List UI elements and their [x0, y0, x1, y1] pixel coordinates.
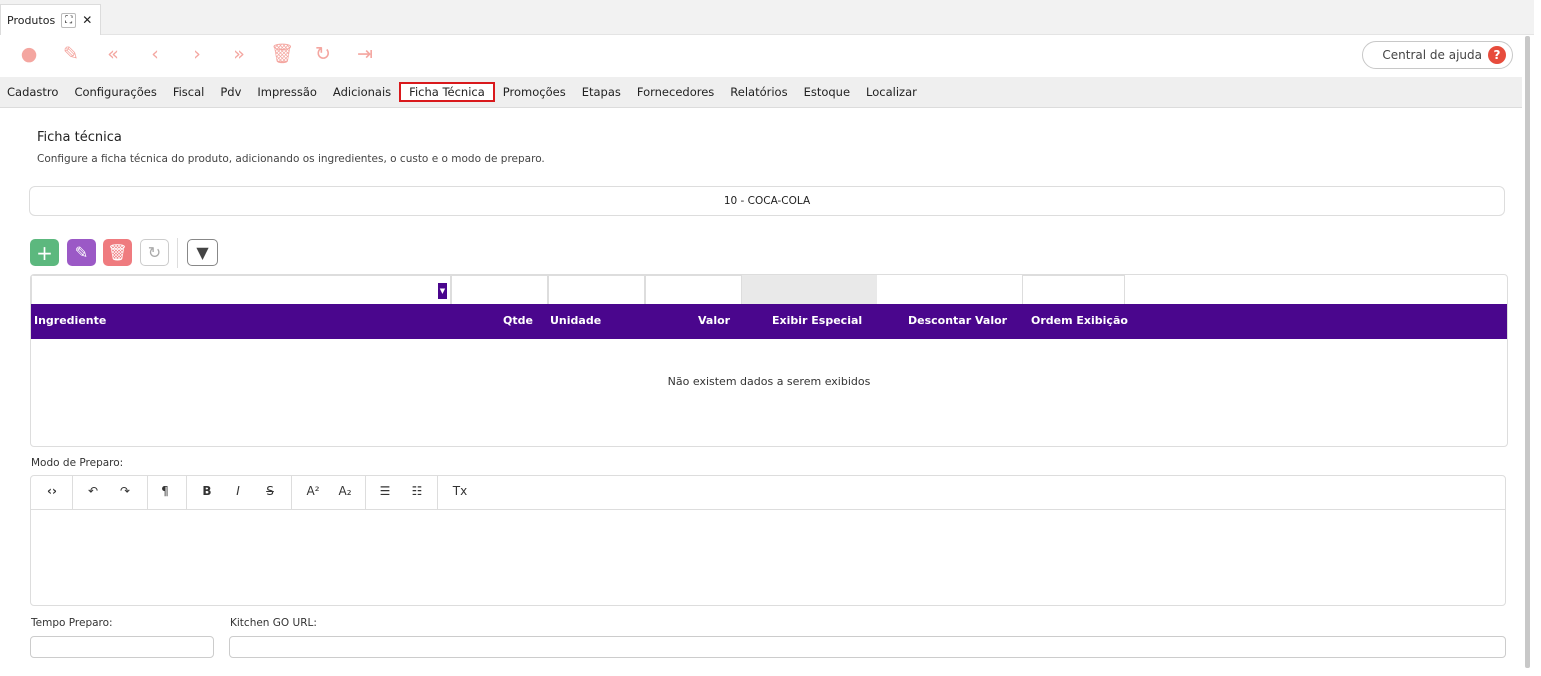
undo-icon[interactable]: ↶	[83, 484, 103, 498]
subscript-icon[interactable]: A₂	[335, 484, 355, 498]
help-center-button[interactable]: Central de ajuda ?	[1362, 41, 1513, 69]
previous-icon[interactable]: ‹	[144, 41, 166, 67]
add-circle-icon[interactable]: ●	[18, 41, 40, 67]
bold-icon[interactable]: B	[197, 484, 217, 498]
filter-button[interactable]: ▼	[187, 239, 218, 266]
refresh-grid-button[interactable]: ↻	[140, 239, 169, 266]
column-header[interactable]: Unidade	[550, 314, 601, 327]
toolbar-divider	[186, 476, 187, 510]
tab-adicionais[interactable]: Adicionais	[333, 85, 391, 99]
page-subtitle: Configure a ficha técnica do produto, ad…	[37, 153, 545, 165]
toolbar-divider	[147, 476, 148, 510]
product-value: 10 - COCA-COLA	[723, 195, 811, 207]
exit-icon[interactable]: ⇥	[354, 41, 376, 67]
paragraph-icon[interactable]: ¶	[155, 484, 175, 498]
delete-ingredient-button[interactable]: 🗑	[103, 239, 132, 266]
tempo-input[interactable]	[30, 636, 214, 658]
numbered-list-icon[interactable]: ☷	[407, 484, 427, 498]
main-toolbar: ● ✎ « ‹ › » 🗑 ↻ ⇥	[18, 41, 376, 67]
section-tabs: Cadastro Configurações Fiscal Pdv Impressão A…	[0, 77, 1522, 108]
empty-message: Não existem dados a serem exibidos	[667, 375, 871, 388]
superscript-icon[interactable]: A²	[303, 484, 323, 498]
tab-fiscal[interactable]: Fiscal	[173, 85, 205, 99]
tab-etapas[interactable]: Etapas	[582, 85, 621, 99]
close-icon[interactable]: ✕	[82, 13, 92, 27]
kitchen-label: Kitchen GO URL:	[230, 617, 317, 629]
filter-valor[interactable]	[645, 275, 742, 305]
toolbar-divider	[177, 238, 178, 268]
tab-impressao[interactable]: Impressão	[257, 85, 317, 99]
tab-cadastro[interactable]: Cadastro	[7, 85, 58, 99]
preparo-textarea[interactable]	[31, 511, 1505, 605]
tab-relatorios[interactable]: Relatórios	[730, 85, 787, 99]
page-title: Ficha técnica	[37, 130, 122, 145]
help-center-label: Central de ajuda	[1382, 48, 1482, 62]
pencil-icon[interactable]: ✎	[60, 41, 82, 67]
preparo-label: Modo de Preparo:	[31, 457, 124, 469]
tab-configuracoes[interactable]: Configurações	[74, 85, 156, 99]
column-header[interactable]: Qtde	[503, 314, 533, 327]
tab-ficha-tecnica[interactable]: Ficha Técnica	[399, 82, 495, 102]
last-icon[interactable]: »	[228, 41, 250, 67]
redo-icon[interactable]: ↷	[115, 484, 135, 498]
next-icon[interactable]: ›	[186, 41, 208, 67]
tab-localizar[interactable]: Localizar	[866, 85, 917, 99]
filter-unidade[interactable]	[548, 275, 645, 305]
preparo-editor: ‹› ↶ ↷ ¶ B I S A² A₂ ☰ ☷ Tx	[30, 475, 1506, 606]
editor-toolbar: ‹› ↶ ↷ ¶ B I S A² A₂ ☰ ☷ Tx	[31, 476, 1505, 510]
column-header[interactable]: Ordem Exibição	[1031, 314, 1128, 327]
tab-promocoes[interactable]: Promoções	[503, 85, 566, 99]
toolbar-divider	[437, 476, 438, 510]
filter-ingrediente[interactable]: ▼	[31, 275, 451, 305]
add-ingredient-button[interactable]: +	[30, 239, 59, 266]
expand-icon[interactable]: ⛶	[61, 12, 77, 28]
window-tab-title: Produtos	[7, 13, 56, 27]
toolbar-divider	[72, 476, 73, 510]
tab-estoque[interactable]: Estoque	[804, 85, 850, 99]
page-scrollbar[interactable]	[1525, 36, 1530, 668]
refresh-icon[interactable]: ↻	[312, 41, 334, 67]
trash-icon[interactable]: 🗑	[270, 41, 294, 67]
toolbar-divider	[365, 476, 366, 510]
filter-ordem-exibicao[interactable]	[1022, 275, 1125, 305]
first-icon[interactable]: «	[102, 41, 124, 67]
filter-qtde[interactable]	[451, 275, 548, 305]
italic-icon[interactable]: I	[228, 484, 248, 498]
bullet-list-icon[interactable]: ☰	[375, 484, 395, 498]
window-tab-bar: Produtos ⛶ ✕	[0, 0, 1534, 35]
edit-ingredient-button[interactable]: ✎	[67, 239, 96, 266]
window-tab-produtos[interactable]: Produtos ⛶ ✕	[0, 4, 102, 35]
tab-fornecedores[interactable]: Fornecedores	[637, 85, 714, 99]
clear-format-icon[interactable]: Tx	[450, 484, 470, 498]
column-header[interactable]: Ingrediente	[34, 314, 106, 327]
column-header[interactable]: Descontar Valor	[908, 314, 1007, 327]
strikethrough-icon[interactable]: S	[260, 484, 280, 498]
ingredients-grid: ▼ Ingrediente Qtde Unidade Valor Exibir …	[30, 274, 1508, 447]
column-header[interactable]: Valor	[698, 314, 730, 327]
code-view-icon[interactable]: ‹›	[42, 484, 62, 498]
tab-pdv[interactable]: Pdv	[220, 85, 241, 99]
filter-exibir-especial	[742, 275, 877, 305]
toolbar-divider	[291, 476, 292, 510]
column-header[interactable]: Exibir Especial	[772, 314, 862, 327]
question-icon: ?	[1488, 46, 1506, 64]
tempo-label: Tempo Preparo:	[31, 617, 113, 629]
grid-header: Ingrediente Qtde Unidade Valor Exibir Es…	[31, 304, 1507, 339]
chevron-down-icon[interactable]: ▼	[438, 283, 447, 299]
kitchen-url-input[interactable]	[229, 636, 1506, 658]
product-field: 10 - COCA-COLA	[29, 186, 1505, 216]
